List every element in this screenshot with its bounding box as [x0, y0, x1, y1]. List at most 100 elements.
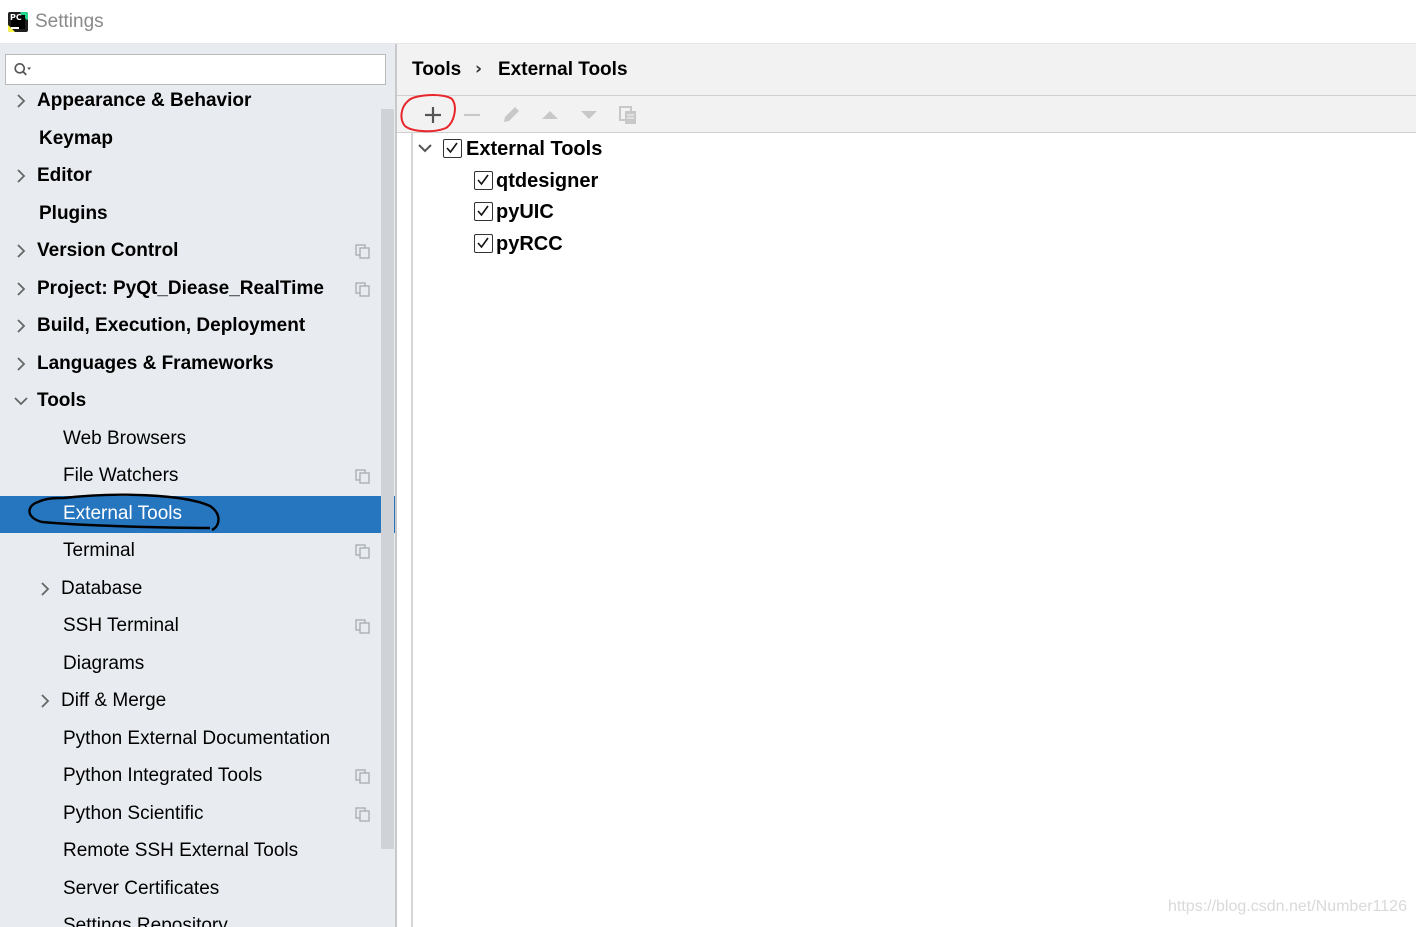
- sidebar-item[interactable]: Diff & Merge: [0, 683, 396, 720]
- sidebar-item[interactable]: Plugins: [0, 196, 396, 233]
- move-down-button[interactable]: [575, 101, 603, 129]
- sidebar-item-label: File Watchers: [63, 465, 179, 486]
- external-tools-toolbar: [397, 96, 1416, 133]
- remove-button[interactable]: [458, 101, 486, 129]
- breadcrumb: Tools › External Tools: [397, 44, 1416, 96]
- sidebar-item-label: Diagrams: [63, 652, 145, 674]
- sidebar-item[interactable]: Web Browsers: [0, 421, 396, 458]
- project-level-icon: [355, 806, 370, 822]
- pycharm-icon: PC: [8, 12, 28, 32]
- sidebar-item-label: Languages & Frameworks: [37, 352, 274, 374]
- splitter[interactable]: [395, 44, 397, 927]
- project-level-icon: [355, 619, 370, 634]
- sidebar-item-label: Remote SSH External Tools: [63, 840, 299, 861]
- breadcrumb-separator: ›: [475, 59, 483, 79]
- sidebar-item[interactable]: Editor: [0, 158, 396, 195]
- tool-row[interactable]: qtdesigner: [413, 166, 1013, 196]
- sidebar-item[interactable]: Settings Repository: [0, 908, 396, 927]
- sidebar-item-label: Python External Documentation: [63, 727, 331, 749]
- chevron-down-icon[interactable]: [14, 393, 28, 409]
- tool-checkbox[interactable]: [474, 171, 493, 190]
- sidebar-item-label: Appearance & Behavior: [37, 90, 252, 111]
- sidebar-item[interactable]: Python Scientific: [0, 796, 396, 833]
- remove-icon: [464, 113, 480, 117]
- move-down-icon: [581, 111, 597, 119]
- tool-checkbox[interactable]: [474, 202, 493, 221]
- edit-button[interactable]: [497, 101, 525, 129]
- sidebar-item[interactable]: Appearance & Behavior: [0, 83, 396, 120]
- sidebar-item-label: Editor: [37, 165, 92, 186]
- sidebar-item[interactable]: Server Certificates: [0, 871, 396, 908]
- sidebar-item[interactable]: Project: PyQt_Diease_RealTime: [0, 271, 396, 308]
- sidebar-item[interactable]: Terminal: [0, 533, 396, 570]
- sidebar-item[interactable]: Version Control: [0, 233, 396, 270]
- settings-sidebar: Appearance & Behavior Keymap Editor Plugins…: [0, 44, 396, 927]
- tool-row[interactable]: pyRCC: [413, 229, 1013, 259]
- sidebar-item[interactable]: Build, Execution, Deployment: [0, 308, 396, 345]
- watermark: https://blog.csdn.net/Number1126: [1168, 898, 1407, 915]
- sidebar-item-label: Version Control: [37, 240, 179, 261]
- checkmark-icon: [477, 205, 489, 217]
- chevron-down-icon[interactable]: [417, 143, 433, 155]
- search-box[interactable]: [5, 54, 386, 85]
- sidebar-item-label: Settings Repository: [63, 915, 228, 927]
- tool-checkbox[interactable]: [474, 234, 493, 253]
- sidebar-item-label: Diff & Merge: [61, 690, 167, 711]
- sidebar-item[interactable]: Remote SSH External Tools: [0, 833, 396, 870]
- edit-icon: [504, 107, 519, 122]
- breadcrumb-parent[interactable]: Tools: [412, 59, 461, 81]
- title-bar: PC Settings: [0, 0, 1416, 44]
- tool-row[interactable]: pyUIC: [413, 197, 1013, 227]
- sidebar-item-label: Terminal: [63, 540, 135, 561]
- sidebar-item-label: Web Browsers: [63, 427, 187, 449]
- chevron-right-icon[interactable]: [14, 168, 28, 184]
- copy-icon: [619, 106, 636, 124]
- chevron-right-icon[interactable]: [14, 356, 28, 372]
- chevron-right-icon[interactable]: [14, 318, 28, 334]
- sidebar-item[interactable]: Keymap: [0, 121, 396, 158]
- sidebar-item-label: Build, Execution, Deployment: [37, 315, 306, 336]
- sidebar-item[interactable]: SSH Terminal: [0, 608, 396, 645]
- sidebar-item-label: Database: [61, 577, 143, 599]
- search-input[interactable]: [42, 59, 372, 81]
- tool-label: qtdesigner: [496, 170, 599, 192]
- breadcrumb-current: External Tools: [498, 59, 628, 80]
- sidebar-item[interactable]: Tools: [0, 383, 396, 420]
- project-level-icon: [355, 281, 370, 297]
- move-up-icon: [542, 111, 558, 119]
- chevron-right-icon[interactable]: [38, 581, 52, 597]
- checkmark-icon: [446, 142, 458, 154]
- checkmark-icon: [477, 237, 489, 249]
- project-level-icon: [355, 544, 370, 559]
- checkmark-icon: [477, 174, 489, 186]
- sidebar-item[interactable]: File Watchers: [0, 458, 396, 495]
- chevron-right-icon[interactable]: [38, 693, 52, 709]
- project-level-icon: [355, 769, 370, 784]
- sidebar-item-label: Server Certificates: [63, 877, 220, 899]
- window-title: Settings: [35, 11, 104, 32]
- chevron-right-icon[interactable]: [14, 93, 28, 109]
- sidebar-item-label: Python Integrated Tools: [63, 765, 263, 786]
- move-up-button[interactable]: [536, 101, 564, 129]
- project-level-icon: [355, 469, 370, 484]
- project-level-icon: [355, 244, 370, 259]
- sidebar-item[interactable]: Diagrams: [0, 646, 396, 683]
- sidebar-item[interactable]: Python Integrated Tools: [0, 758, 396, 795]
- add-icon: [425, 107, 441, 123]
- sidebar-scrollbar[interactable]: [381, 109, 394, 849]
- chevron-right-icon[interactable]: [14, 281, 28, 297]
- sidebar-item-label: Tools: [37, 390, 87, 411]
- copy-button[interactable]: [614, 101, 642, 129]
- tool-label: pyUIC: [496, 201, 554, 223]
- sidebar-item-label: Keymap: [39, 127, 113, 149]
- search-icon[interactable]: [14, 61, 32, 79]
- tool-group-row[interactable]: External Tools: [413, 134, 1013, 164]
- annotation-black-ellipse: [28, 493, 220, 531]
- sidebar-item[interactable]: Python External Documentation: [0, 721, 396, 758]
- add-button[interactable]: [419, 101, 447, 129]
- sidebar-item[interactable]: Languages & Frameworks: [0, 346, 396, 383]
- sidebar-item-label: Project: PyQt_Diease_RealTime: [37, 277, 324, 299]
- sidebar-item[interactable]: Database: [0, 571, 396, 608]
- chevron-right-icon[interactable]: [14, 243, 28, 259]
- tool-group-checkbox[interactable]: [443, 139, 462, 158]
